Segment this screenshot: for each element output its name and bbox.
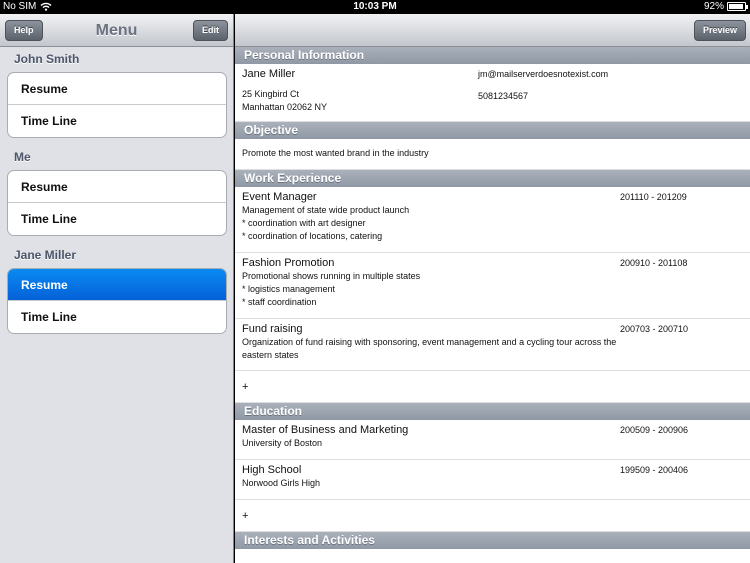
menu-item-time-line[interactable]: Time Line — [8, 301, 226, 333]
battery-icon — [727, 2, 748, 11]
group-john-smith: Resume Time Line — [7, 72, 227, 138]
add-work-button[interactable]: + — [235, 371, 750, 403]
preview-button[interactable]: Preview — [693, 20, 746, 41]
work-description: Promotional shows running in multiple st… — [242, 271, 421, 281]
work-row[interactable]: Fund raising 200703 - 200710 Organizatio… — [235, 319, 750, 371]
education-row[interactable]: High School 199509 - 200406 Norwood Girl… — [235, 460, 750, 500]
work-row[interactable]: Fashion Promotion 200910 - 201108 Promot… — [235, 253, 750, 319]
address-line-2: Manhattan 02062 NY — [242, 102, 328, 112]
section-header-interests: Interests and Activities — [235, 532, 750, 549]
email-value: jm@mailserverdoesnotexist.com — [478, 69, 609, 79]
menu-item-resume[interactable]: Resume — [8, 73, 226, 105]
section-header-personal: Personal Information — [235, 47, 750, 64]
group-header-me: Me — [14, 150, 31, 164]
work-description: * coordination of locations, catering — [242, 231, 383, 241]
personal-info-row[interactable]: Jane Miller jm@mailserverdoesnotexist.co… — [235, 64, 750, 122]
edit-button[interactable]: Edit — [193, 20, 228, 41]
education-row[interactable]: Master of Business and Marketing 200509 … — [235, 420, 750, 460]
detail-toolbar: Preview — [235, 14, 750, 47]
work-dates: 201110 - 201209 — [620, 192, 687, 202]
section-header-work: Work Experience — [235, 170, 750, 187]
battery-percent: 92% — [703, 1, 724, 12]
education-school: Norwood Girls High — [242, 478, 321, 488]
add-education-button[interactable]: + — [235, 500, 750, 532]
work-description: * staff coordination — [242, 297, 317, 307]
work-description: Organization of fund raising with sponso… — [242, 337, 617, 347]
objective-row[interactable]: Promote the most wanted brand in the ind… — [235, 139, 750, 170]
menu-item-time-line[interactable]: Time Line — [8, 105, 226, 137]
work-row[interactable]: Event Manager 201110 - 201209 Management… — [235, 187, 750, 253]
work-description: Management of state wide product launch — [242, 205, 410, 215]
group-me: Resume Time Line — [7, 170, 227, 236]
phone-value: 5081234567 — [478, 91, 529, 101]
group-header-john-smith: John Smith — [14, 52, 80, 66]
education-dates: 199509 - 200406 — [620, 465, 689, 475]
group-jane-miller: Resume Time Line — [7, 268, 227, 334]
group-header-jane-miller: Jane Miller — [14, 248, 77, 262]
menu-item-resume-selected[interactable]: Resume — [8, 269, 226, 301]
clock: 10:03 PM — [353, 1, 397, 12]
section-header-education: Education — [235, 403, 750, 420]
work-description: eastern states — [242, 350, 299, 360]
menu-item-resume[interactable]: Resume — [8, 171, 226, 203]
sidebar: Help Menu Edit John Smith Resume Time Li… — [0, 14, 234, 563]
resume-detail: Preview Personal Information Jane Miller… — [235, 14, 750, 563]
work-dates: 200910 - 201108 — [620, 258, 688, 268]
work-description: * logistics management — [242, 284, 336, 294]
objective-text: Promote the most wanted brand in the ind… — [242, 148, 429, 158]
menu-item-time-line[interactable]: Time Line — [8, 203, 226, 235]
education-school: University of Boston — [242, 438, 323, 448]
work-dates: 200703 - 200710 — [620, 324, 689, 334]
work-description: * coordination with art designer — [242, 218, 366, 228]
sidebar-toolbar: Help Menu Edit — [0, 14, 233, 47]
status-bar: No SIM 10:03 PM 92% — [0, 0, 750, 14]
education-dates: 200509 - 200906 — [620, 425, 689, 435]
section-header-objective: Objective — [235, 122, 750, 139]
